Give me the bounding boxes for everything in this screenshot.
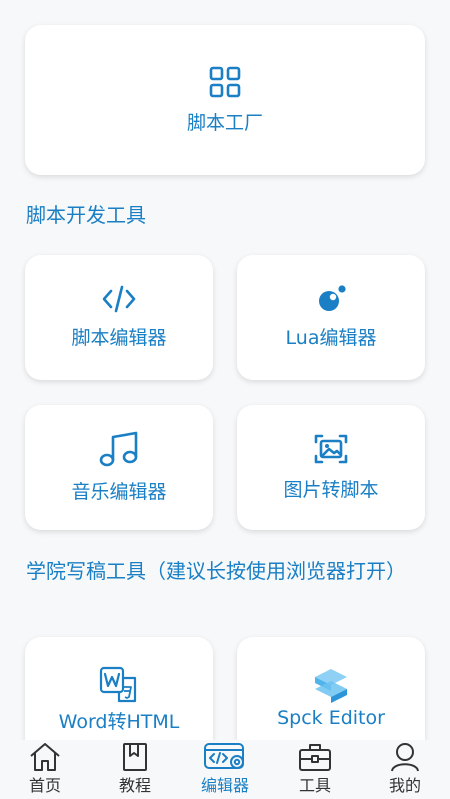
word-html-icon [99, 666, 137, 703]
tab-tutorial[interactable]: 教程 [90, 740, 180, 799]
lua-editor-label: Lua编辑器 [285, 327, 377, 349]
grid-icon [209, 66, 241, 97]
tab-tools[interactable]: 工具 [270, 740, 360, 799]
word-to-html-label: Word转HTML [58, 711, 180, 733]
image-icon [314, 434, 348, 464]
tab-editor-label: 编辑器 [200, 776, 249, 795]
bottom-tab-bar: 首页 教程 编辑器 工具 我的 [0, 740, 450, 799]
music-note-icon [99, 431, 138, 467]
word-to-html-card[interactable]: Word转HTML [25, 637, 213, 740]
toolbox-icon [299, 744, 331, 771]
music-editor-card[interactable]: 音乐编辑器 [25, 405, 213, 530]
image-to-script-label: 图片转脚本 [283, 479, 379, 501]
script-factory-card[interactable]: 脚本工厂 [25, 25, 425, 175]
tab-mine-label: 我的 [388, 776, 421, 795]
script-editor-card[interactable]: 脚本编辑器 [25, 255, 213, 380]
spck-editor-card[interactable]: Spck Editor [237, 637, 425, 740]
music-editor-label: 音乐编辑器 [71, 481, 167, 503]
tab-home[interactable]: 首页 [0, 740, 90, 799]
lua-icon [319, 285, 346, 311]
section-title-writing-tools: 学院写稿工具（建议长按使用浏览器打开） [26, 559, 406, 583]
main-scroll[interactable]: 脚本工厂 脚本开发工具 脚本编辑器 Lua编辑器 音乐编辑器 图片转脚本 学院写… [0, 0, 450, 740]
tab-mine[interactable]: 我的 [360, 740, 450, 799]
spck-logo-icon [315, 669, 347, 703]
book-icon [123, 743, 147, 771]
image-to-script-card[interactable]: 图片转脚本 [237, 405, 425, 530]
code-icon [102, 285, 136, 313]
tab-tools-label: 工具 [298, 776, 331, 795]
section-title-dev-tools: 脚本开发工具 [26, 203, 146, 227]
user-icon [391, 743, 419, 772]
script-editor-label: 脚本编辑器 [71, 327, 167, 349]
lua-editor-card[interactable]: Lua编辑器 [237, 255, 425, 380]
editor-gear-icon [204, 743, 244, 769]
tab-tutorial-label: 教程 [118, 776, 151, 795]
tab-home-label: 首页 [28, 776, 61, 795]
spck-editor-label: Spck Editor [277, 707, 385, 729]
home-icon [30, 743, 60, 771]
script-factory-label: 脚本工厂 [186, 111, 263, 134]
tab-editor[interactable]: 编辑器 [180, 740, 270, 799]
